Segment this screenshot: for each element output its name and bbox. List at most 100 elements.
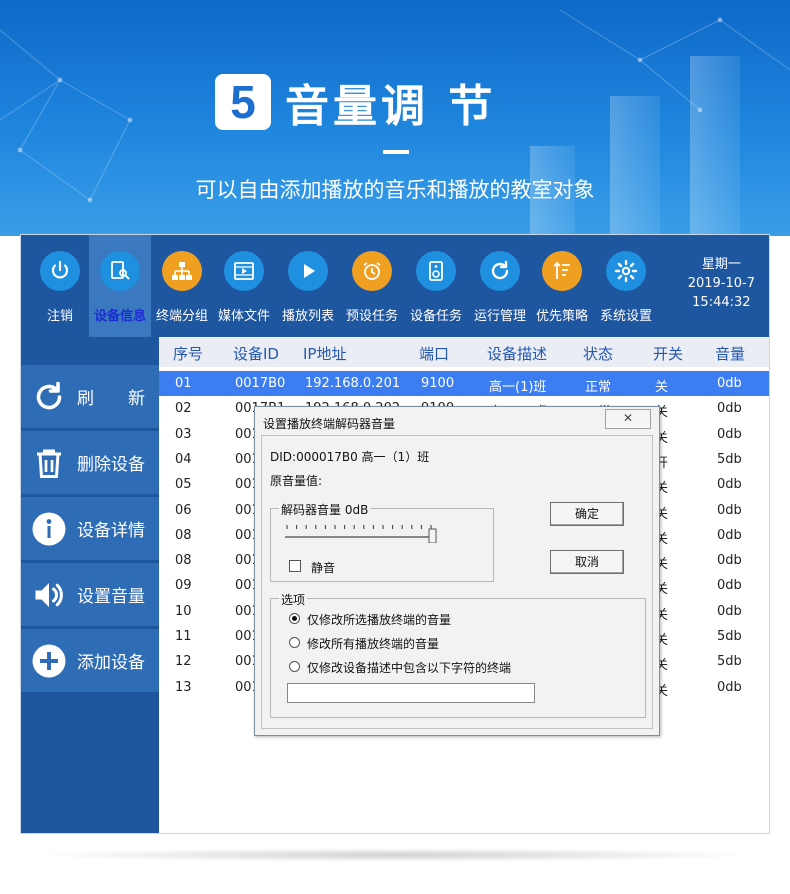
table-cell-id: 0017B0 <box>235 376 286 391</box>
table-cell-no: 11 <box>175 629 192 644</box>
toolbar-item[interactable]: 优先策略 <box>531 235 593 337</box>
table-cell-no: 03 <box>175 426 192 442</box>
option2-label: 修改所有播放终端的音量 <box>307 637 440 651</box>
table-cell-no: 09 <box>175 578 192 594</box>
refresh-icon <box>480 251 520 291</box>
column-header[interactable]: 端口 <box>419 343 449 364</box>
sidebar-item[interactable]: 添加设备 <box>21 629 159 692</box>
table-cell-volume: 0db <box>717 477 742 493</box>
date-text: 2019-10-7 <box>687 276 755 291</box>
table-cell-port: 9100 <box>421 376 455 391</box>
toolbar-item[interactable]: 设备任务 <box>405 235 467 337</box>
table-cell-volume: 0db <box>717 401 742 417</box>
title-divider <box>383 150 409 154</box>
sidebar-item[interactable]: 设备详情 <box>21 497 159 560</box>
table-cell-volume: 0db <box>717 426 742 442</box>
column-header[interactable]: 设备描述 <box>487 343 547 364</box>
sidebar-item-label: 刷 新 <box>77 389 145 409</box>
column-header[interactable]: 设备ID <box>233 343 279 364</box>
slider-ticks <box>286 525 432 529</box>
options-group: 选项 仅修改所选播放终端的音量 修改所有播放终端的音量 仅修改设备描述中包含以下… <box>270 591 646 718</box>
network-icon <box>162 251 202 291</box>
cancel-button[interactable]: 取消 <box>550 550 624 574</box>
table-cell-no: 08 <box>175 553 192 569</box>
option1-label: 仅修改所选播放终端的音量 <box>307 613 452 627</box>
dialog-panel: DID:000017B0 高一（1）班 原音量值: 解码器音量 0dB 静音 确… <box>261 435 653 729</box>
device-key-icon <box>100 251 140 291</box>
table-cell-no: 08 <box>175 527 192 543</box>
table-cell-no: 05 <box>175 477 192 493</box>
original-volume-label: 原音量值: <box>270 474 323 488</box>
info-icon <box>29 509 69 549</box>
speaker-icon <box>416 251 456 291</box>
column-header[interactable]: 序号 <box>173 343 203 364</box>
time-text: 15:44:32 <box>692 295 751 310</box>
plus-icon <box>29 641 69 681</box>
table-cell-no: 12 <box>175 654 192 670</box>
sidebar-item-label: 设置音量 <box>77 587 145 607</box>
toolbar-item-label: 播放列表 <box>281 309 334 324</box>
table-cell-no: 01 <box>175 376 192 391</box>
table-cell-status: 正常 <box>585 380 612 395</box>
table-cell-switch: 关 <box>655 380 669 395</box>
option2-radio[interactable] <box>289 637 300 648</box>
section-subtitle: 可以自由添加播放的音乐和播放的教室对象 <box>195 178 595 202</box>
toolbar-item[interactable]: 运行管理 <box>469 235 531 337</box>
toolbar-item[interactable]: 设备信息 <box>89 235 151 337</box>
toolbar-item-label: 设备任务 <box>409 309 462 324</box>
volume-slider[interactable] <box>285 523 445 543</box>
toolbar-item[interactable]: 注销 <box>29 235 91 337</box>
trash-icon <box>29 443 69 483</box>
table-cell-volume: 5db <box>717 451 742 467</box>
table-cell-volume: 0db <box>717 553 742 569</box>
table-row[interactable]: 01 0017B0 192.168.0.201 9100 高一(1)班 正常 关 0db <box>159 371 769 396</box>
power-icon <box>40 251 80 291</box>
toolbar-item[interactable]: 终端分组 <box>151 235 213 337</box>
toolbar-item-label: 预设任务 <box>345 309 398 324</box>
gear-icon <box>606 251 646 291</box>
section-number: 5 <box>215 74 271 130</box>
option3-radio[interactable] <box>289 661 300 672</box>
toolbar-item[interactable]: 播放列表 <box>277 235 339 337</box>
table-cell-volume: 0db <box>717 578 742 594</box>
column-header[interactable]: 音量 <box>715 343 745 364</box>
toolbar-item-label: 系统设置 <box>599 309 652 324</box>
film-icon <box>224 251 264 291</box>
sidebar-item[interactable]: 删除设备 <box>21 431 159 494</box>
table-cell-volume: 0db <box>717 603 742 619</box>
sidebar-item-label: 设备详情 <box>77 521 145 541</box>
column-header[interactable]: IP地址 <box>303 343 346 364</box>
column-header[interactable]: 开关 <box>653 343 683 364</box>
toolbar-item[interactable]: 媒体文件 <box>213 235 275 337</box>
device-id-line: DID:000017B0 高一（1）班 <box>270 450 430 464</box>
table-cell-no: 10 <box>175 603 192 619</box>
sidebar-item-label: 添加设备 <box>77 653 145 673</box>
table-cell-no: 04 <box>175 451 192 467</box>
close-button[interactable]: ✕ <box>605 409 651 429</box>
toolbar-item[interactable]: 系统设置 <box>595 235 657 337</box>
sidebar-item-label: 删除设备 <box>77 455 145 475</box>
ok-button[interactable]: 确定 <box>550 502 624 526</box>
volume-icon <box>29 575 69 615</box>
alarm-clock-icon <box>352 251 392 291</box>
building-decoration <box>610 96 660 236</box>
filter-input[interactable] <box>287 683 535 703</box>
building-decoration <box>690 56 740 236</box>
sort-icon <box>542 251 582 291</box>
table-cell-ip: 192.168.0.201 <box>305 376 401 391</box>
bottom-shadow <box>30 848 760 862</box>
mute-checkbox[interactable] <box>289 560 301 572</box>
sidebar-item[interactable]: 刷 新 <box>21 365 159 428</box>
decoder-volume-legend: 解码器音量 0dB <box>279 501 371 518</box>
toolbar-item-label: 媒体文件 <box>217 309 270 324</box>
section-title-text: 音量调 节 <box>285 81 497 132</box>
sidebar-item[interactable]: 设置音量 <box>21 563 159 626</box>
option1-radio[interactable] <box>289 613 300 624</box>
play-icon <box>288 251 328 291</box>
sidebar: 刷 新删除设备设备详情设置音量添加设备 <box>21 337 159 833</box>
slider-thumb[interactable] <box>428 528 437 543</box>
column-header[interactable]: 状态 <box>583 343 613 364</box>
toolbar-item[interactable]: 预设任务 <box>341 235 403 337</box>
datetime-display: 星期一 2019-10-7 15:44:32 <box>688 255 755 312</box>
option3-label: 仅修改设备描述中包含以下字符的终端 <box>307 661 512 675</box>
